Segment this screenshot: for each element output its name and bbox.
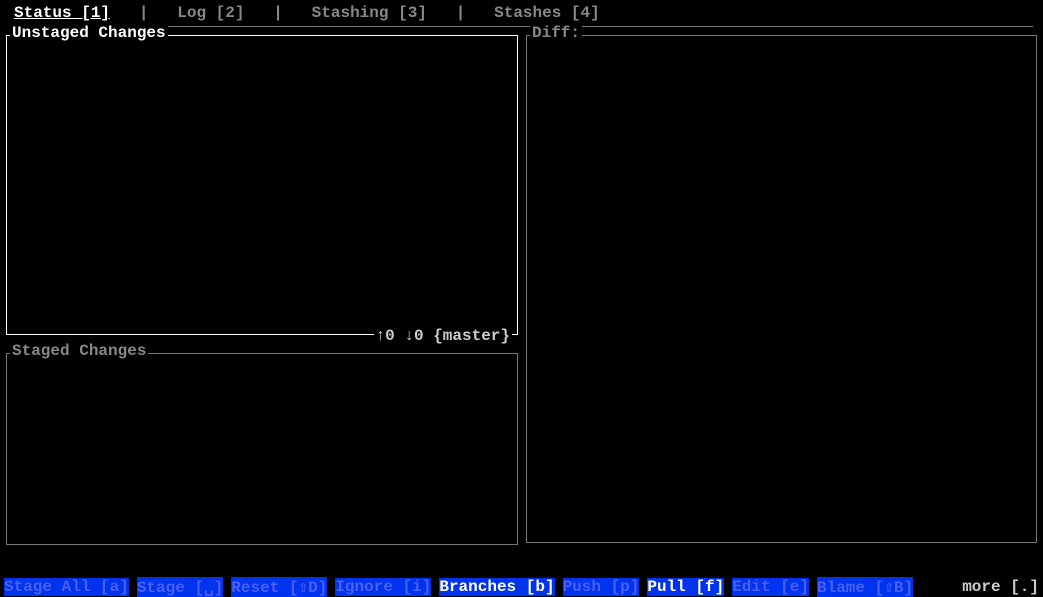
- tab-separator: |: [110, 4, 177, 22]
- tab-separator: |: [244, 4, 311, 22]
- cmd-stage-all[interactable]: Stage All [a]: [4, 578, 129, 596]
- unstaged-changes-title: Unstaged Changes: [10, 24, 168, 42]
- command-bar: Stage All [a] Stage [␣] Reset [⇧D] Ignor…: [0, 577, 1043, 597]
- cmd-blame[interactable]: Blame [⇧B]: [817, 577, 913, 597]
- cmd-branches[interactable]: Branches [b]: [439, 578, 554, 596]
- cmd-stage[interactable]: Stage [␣]: [137, 577, 223, 597]
- staged-changes-panel[interactable]: Staged Changes: [6, 353, 518, 545]
- tab-stashes[interactable]: Stashes [4]: [494, 4, 600, 22]
- tab-status[interactable]: Status [1]: [14, 4, 110, 22]
- cmd-pull[interactable]: Pull [f]: [647, 578, 724, 596]
- tab-stashing[interactable]: Stashing [3]: [312, 4, 427, 22]
- cmd-push[interactable]: Push [p]: [563, 578, 640, 596]
- diff-panel[interactable]: Diff:: [526, 35, 1037, 543]
- left-column: Unstaged Changes ↑0 ↓0 {master} Staged C…: [6, 35, 518, 567]
- diff-title: Diff:: [530, 24, 582, 42]
- tab-log[interactable]: Log [2]: [177, 4, 244, 22]
- tab-separator: |: [427, 4, 494, 22]
- branch-status: ↑0 ↓0 {master}: [374, 327, 512, 345]
- tab-bar: Status [1] | Log [2] | Stashing [3] | St…: [0, 0, 1043, 24]
- right-column: Diff:: [526, 35, 1037, 567]
- cmd-reset[interactable]: Reset [⇧D]: [231, 577, 327, 597]
- cmd-ignore[interactable]: Ignore [i]: [335, 578, 431, 596]
- cmd-edit[interactable]: Edit [e]: [732, 578, 809, 596]
- staged-changes-title: Staged Changes: [10, 342, 148, 360]
- main-area: Unstaged Changes ↑0 ↓0 {master} Staged C…: [0, 27, 1043, 567]
- cmd-more[interactable]: more [.]: [962, 578, 1039, 596]
- unstaged-changes-panel[interactable]: Unstaged Changes ↑0 ↓0 {master}: [6, 35, 518, 335]
